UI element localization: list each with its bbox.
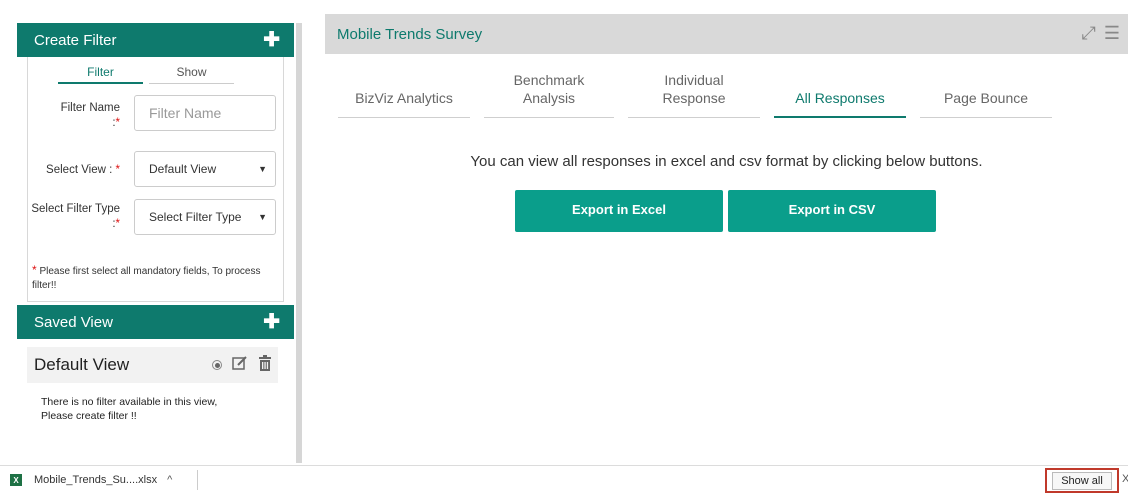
no-filter-message: There is no filter available in this vie… (41, 396, 218, 422)
main-tabs: BizViz Analytics Benchmark Analysis Indi… (338, 66, 1058, 118)
tab-page-bounce[interactable]: Page Bounce (920, 66, 1052, 118)
page-title: Mobile Trends Survey (337, 25, 483, 43)
select-view-dropdown[interactable]: Default View ▼ (134, 151, 276, 187)
edit-icon[interactable] (232, 355, 248, 376)
left-panel: Create Filter ✚ Filter Show Filter Name … (17, 23, 294, 463)
download-file-name: Mobile_Trends_Su....xlsx (34, 474, 158, 486)
tab-all-responses[interactable]: All Responses (774, 66, 906, 118)
select-view-label: Select View : * (46, 164, 120, 176)
dropdown-caret-icon: ▼ (258, 212, 267, 222)
add-view-plus-icon[interactable]: ✚ (263, 312, 280, 332)
top-strip (0, 0, 1128, 12)
saved-view-actions (212, 354, 272, 376)
download-item[interactable]: X Mobile_Trends_Su....xlsx ^ (10, 470, 198, 490)
filter-form: Filter Show Filter Name :* Filter Name S… (27, 57, 284, 302)
subtab-show[interactable]: Show (149, 65, 234, 84)
export-excel-button[interactable]: Export in Excel (515, 190, 723, 232)
download-bar: X Mobile_Trends_Su....xlsx ^ Show all X (0, 465, 1128, 493)
main-header: Mobile Trends Survey ⤢ ☰ (325, 14, 1128, 54)
export-csv-button[interactable]: Export in CSV (728, 190, 936, 232)
left-panel-scrollbar[interactable] (296, 23, 302, 463)
add-filter-plus-icon[interactable]: ✚ (263, 30, 280, 50)
filter-name-label: Filter Name :* (60, 102, 120, 129)
expand-icon[interactable]: ⤢ (1081, 23, 1095, 44)
download-caret-icon[interactable]: ^ (167, 474, 172, 486)
filter-name-row: Filter Name :* Filter Name (28, 95, 285, 135)
filter-type-dropdown[interactable]: Select Filter Type ▼ (134, 199, 276, 235)
menu-icon[interactable]: ☰ (1104, 23, 1120, 44)
tab-bizviz-analytics[interactable]: BizViz Analytics (338, 66, 470, 118)
filter-subtabs: Filter Show (28, 57, 283, 84)
trash-icon[interactable] (258, 354, 272, 376)
saved-view-name: Default View (34, 355, 130, 374)
show-all-button[interactable]: Show all (1045, 468, 1119, 493)
create-filter-title: Create Filter (34, 31, 117, 49)
excel-file-icon: X (10, 474, 22, 486)
mandatory-fields-note: * Please first select all mandatory fiel… (32, 263, 261, 291)
filter-type-label: Select Filter Type :* (31, 203, 120, 230)
subtab-filter[interactable]: Filter (58, 65, 143, 84)
tab-benchmark-analysis[interactable]: Benchmark Analysis (484, 66, 614, 118)
filter-name-input[interactable]: Filter Name (134, 95, 276, 131)
saved-view-header: Saved View ✚ (17, 305, 294, 339)
dropdown-caret-icon: ▼ (258, 164, 267, 174)
tab-individual-response[interactable]: Individual Response (628, 66, 760, 118)
export-message: You can view all responses in excel and … (470, 153, 983, 170)
select-view-row: Select View : * Default View ▼ (28, 151, 285, 191)
radio-icon[interactable] (212, 360, 222, 370)
saved-view-title: Saved View (34, 313, 113, 331)
header-icons: ⤢ ☰ (1081, 23, 1120, 44)
close-download-bar-icon[interactable]: X (1122, 473, 1128, 485)
filter-type-row: Select Filter Type :* Select Filter Type… (28, 199, 285, 239)
saved-view-item[interactable]: Default View (27, 347, 278, 383)
create-filter-header: Create Filter ✚ (17, 23, 294, 57)
